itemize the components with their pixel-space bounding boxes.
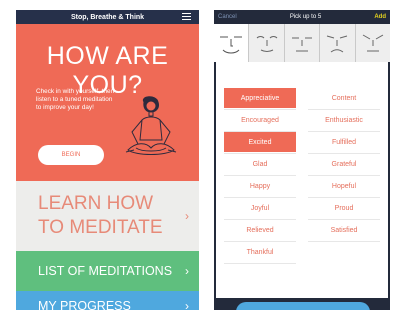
emotion-option[interactable]: Fulfilled	[308, 132, 380, 152]
emotion-option[interactable]: Glad	[224, 154, 296, 174]
hamburger-menu-icon[interactable]	[182, 13, 191, 22]
list-label: LIST OF MEDITATIONS	[38, 264, 173, 278]
smile-face-icon[interactable]	[214, 24, 250, 62]
emotion-option[interactable]: Proud	[308, 198, 380, 218]
emotion-option[interactable]: Encouraged	[224, 110, 296, 130]
learn-to-meditate-row[interactable]: LEARN HOW TO MEDITATE ›	[16, 181, 199, 251]
emotion-option[interactable]: Grateful	[308, 154, 380, 174]
content-face-icon[interactable]	[249, 24, 285, 62]
meditating-person-icon	[125, 96, 177, 155]
chevron-right-icon: ›	[185, 264, 189, 278]
sad-face-icon[interactable]	[320, 24, 356, 62]
add-button[interactable]: Add	[374, 14, 386, 20]
emotion-option[interactable]: Thankful	[224, 242, 296, 262]
row-divider	[308, 241, 380, 242]
app-title: Stop, Breathe & Think	[70, 13, 145, 21]
meditation-home-screen: Stop, Breathe & Think HOW ARE YOU? Check…	[16, 10, 199, 310]
emotion-option[interactable]: Enthusiastic	[308, 110, 380, 130]
app-header: Stop, Breathe & Think	[16, 10, 199, 24]
list-of-meditations-row[interactable]: LIST OF MEDITATIONS ›	[16, 251, 199, 291]
emotion-picker-screen: Cancel Pick up to 5 Add Appreciative Enco…	[214, 10, 390, 310]
continue-button[interactable]	[236, 302, 370, 310]
emotion-option[interactable]: Relieved	[224, 220, 296, 240]
picker-header: Cancel Pick up to 5 Add	[214, 10, 390, 24]
row-divider	[224, 263, 296, 264]
neutral-face-icon[interactable]	[285, 24, 321, 62]
emotion-option[interactable]: Joyful	[224, 198, 296, 218]
cancel-button[interactable]: Cancel	[218, 14, 237, 20]
emotion-option[interactable]: Satisfied	[308, 220, 380, 240]
begin-button[interactable]: BEGIN	[38, 145, 104, 165]
emotion-list: Appreciative Encouraged Excited Glad Happy Jo…	[216, 62, 388, 298]
learn-label: LEARN HOW TO MEDITATE	[38, 193, 163, 238]
emotion-option[interactable]: Content	[308, 88, 380, 108]
face-selector	[214, 24, 390, 62]
check-in-hero: HOW ARE YOU? Check in with yourself, the…	[16, 24, 199, 181]
emotion-option[interactable]: Appreciative	[224, 88, 296, 108]
progress-label: MY PROGRESS	[38, 299, 131, 310]
emotion-option[interactable]: Excited	[224, 132, 296, 152]
angry-face-icon[interactable]	[356, 24, 390, 62]
chevron-right-icon: ›	[185, 209, 189, 223]
picker-title: Pick up to 5	[289, 14, 322, 20]
my-progress-row[interactable]: MY PROGRESS ›	[16, 291, 199, 310]
chevron-right-icon: ›	[185, 299, 189, 310]
emotion-option[interactable]: Happy	[224, 176, 296, 196]
hero-description: Check in with yourself, then listen to a…	[36, 88, 115, 111]
emotion-option[interactable]: Hopeful	[308, 176, 380, 196]
